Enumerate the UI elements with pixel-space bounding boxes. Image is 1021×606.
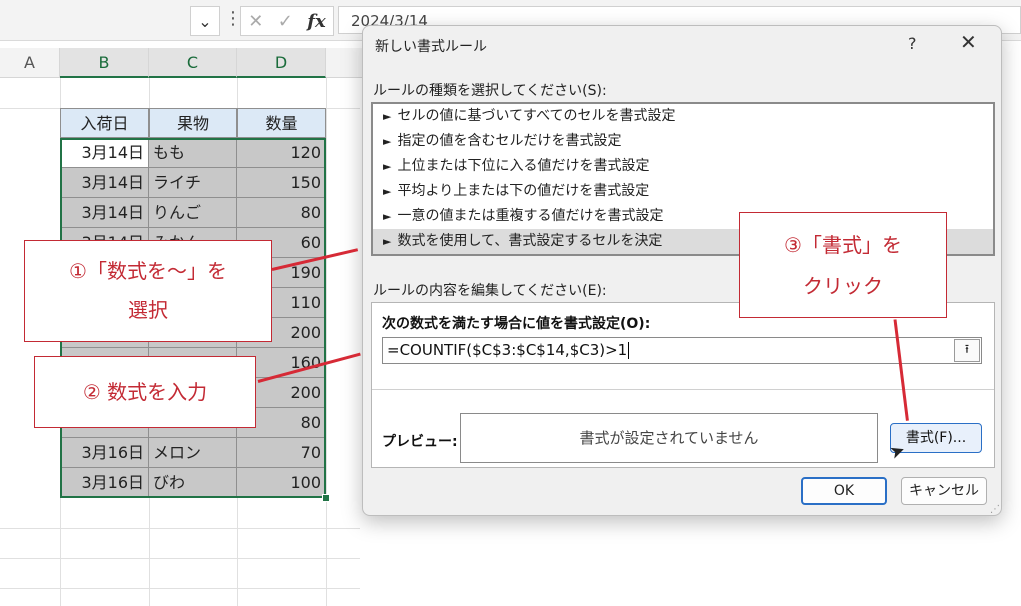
- fill-handle[interactable]: [322, 494, 330, 502]
- rule-type-label: ルールの種類を選択してください(S):: [373, 83, 607, 99]
- arrow-right-icon: ►: [383, 135, 392, 148]
- cancel-entry-icon[interactable]: ✕: [248, 11, 263, 32]
- formula-field[interactable]: =COUNTIF($C$3:$C$14,$C3)>1: [382, 337, 982, 364]
- edit-rule-label: ルールの内容を編集してください(E):: [373, 283, 607, 299]
- text-caret: [628, 342, 630, 359]
- column-header-c[interactable]: C: [149, 48, 237, 78]
- cell-fruit[interactable]: りんご: [149, 198, 237, 228]
- table-header-date[interactable]: 入荷日: [60, 108, 149, 138]
- preview-box: 書式が設定されていません: [460, 413, 878, 463]
- cell-qty[interactable]: 70: [237, 438, 326, 468]
- cell-qty[interactable]: 120: [237, 138, 326, 168]
- callout-step-2: ② 数式を入力: [34, 356, 256, 428]
- gridline: [0, 528, 360, 529]
- formula-text: =COUNTIF($C$3:$C$14,$C3)>1: [387, 341, 628, 359]
- rule-type-item[interactable]: ► 指定の値を含むセルだけを書式設定: [373, 129, 993, 154]
- column-header-a[interactable]: A: [0, 48, 60, 78]
- gridline: [0, 588, 360, 589]
- arrow-right-icon: ►: [383, 235, 392, 248]
- column-header-b[interactable]: B: [60, 48, 149, 78]
- dialog-title: 新しい書式ルール: [375, 39, 487, 55]
- namebox-dropdown-icon[interactable]: ⌄: [190, 6, 220, 36]
- callout-step-3-line1: ③「書式」を: [784, 233, 902, 257]
- table-header-fruit[interactable]: 果物: [149, 108, 237, 138]
- column-header-e[interactable]: [326, 48, 366, 78]
- cell-qty[interactable]: 150: [237, 168, 326, 198]
- arrow-right-icon: ►: [383, 185, 392, 198]
- callout-step-3: ③「書式」を クリック: [739, 212, 947, 318]
- arrow-right-icon: ►: [383, 110, 392, 123]
- cell-fruit[interactable]: もも: [149, 138, 237, 168]
- rule-type-label-text: 上位または下位に入る値だけを書式設定: [397, 158, 650, 174]
- rule-type-label-text: 指定の値を含むセルだけを書式設定: [397, 133, 622, 149]
- cell-date[interactable]: 3月14日: [60, 138, 149, 168]
- rule-type-label-text: 平均より上または下の値だけを書式設定: [397, 183, 650, 199]
- callout-step-1: ①「数式を〜」を 選択: [24, 240, 272, 342]
- arrow-right-icon: ►: [383, 210, 392, 223]
- column-header-d[interactable]: D: [237, 48, 326, 78]
- preview-label: プレビュー:: [382, 434, 458, 450]
- insert-function-icon[interactable]: fx: [307, 11, 325, 32]
- cell-qty[interactable]: 100: [237, 468, 326, 498]
- table-header-qty[interactable]: 数量: [237, 108, 326, 138]
- formula-buttons: ✕ ✓ fx: [240, 6, 334, 36]
- rule-type-label-text: 数式を使用して、書式設定するセルを決定: [397, 233, 663, 249]
- callout-step-1-line2: 選択: [128, 298, 168, 322]
- rule-type-item[interactable]: ► セルの値に基づいてすべてのセルを書式設定: [373, 104, 993, 129]
- gridline: [0, 558, 360, 559]
- cell-fruit[interactable]: ライチ: [149, 168, 237, 198]
- cell-date[interactable]: 3月14日: [60, 198, 149, 228]
- help-icon[interactable]: ?: [908, 34, 917, 53]
- callout-step-2-text: ② 数式を入力: [82, 380, 208, 404]
- cancel-button[interactable]: キャンセル: [901, 477, 987, 505]
- divider: [372, 389, 994, 390]
- cell-date[interactable]: 3月14日: [60, 168, 149, 198]
- callout-step-3-line2: クリック: [803, 274, 883, 298]
- callout-step-1-line1: ①「数式を〜」を: [69, 259, 227, 283]
- gridline: [326, 78, 327, 606]
- ok-button[interactable]: OK: [801, 477, 887, 505]
- rule-type-label-text: 一意の値または重複する値だけを書式設定: [397, 208, 664, 224]
- resize-grip-icon[interactable]: ⋰: [990, 504, 1000, 515]
- cell-date[interactable]: 3月16日: [60, 468, 149, 498]
- cell-qty[interactable]: 80: [237, 198, 326, 228]
- rule-type-item[interactable]: ► 上位または下位に入る値だけを書式設定: [373, 154, 993, 179]
- formula-condition-title: 次の数式を満たす場合に値を書式設定(O):: [382, 316, 651, 332]
- confirm-entry-icon[interactable]: ✓: [278, 11, 293, 32]
- close-icon[interactable]: ✕: [960, 30, 977, 54]
- rule-type-item[interactable]: ► 平均より上または下の値だけを書式設定: [373, 179, 993, 204]
- rule-type-label-text: セルの値に基づいてすべてのセルを書式設定: [397, 108, 676, 124]
- cell-fruit[interactable]: びわ: [149, 468, 237, 498]
- cell-date[interactable]: 3月16日: [60, 438, 149, 468]
- arrow-right-icon: ►: [383, 160, 392, 173]
- collapse-dialog-icon[interactable]: ⭱: [954, 339, 980, 362]
- cell-fruit[interactable]: メロン: [149, 438, 237, 468]
